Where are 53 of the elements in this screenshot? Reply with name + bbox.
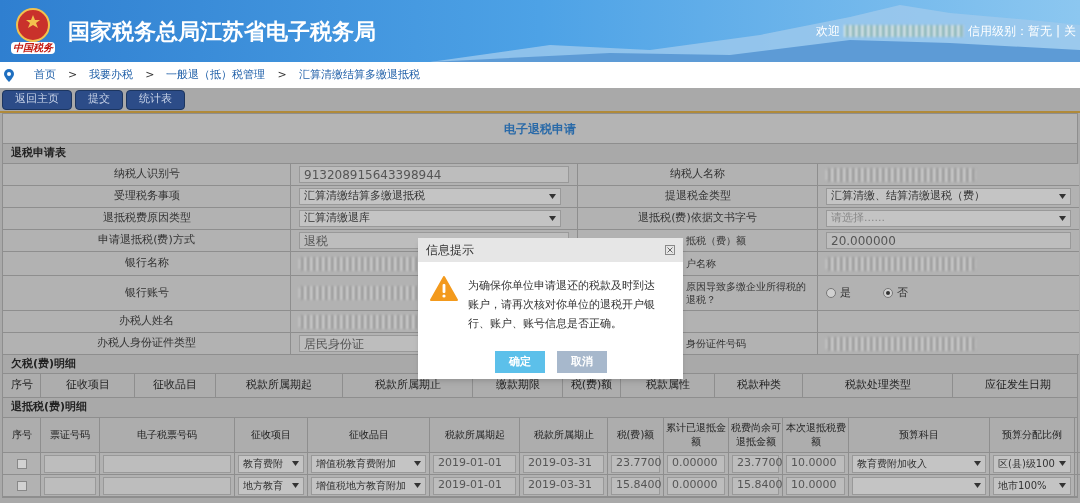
column-header: 电子税票号码: [137, 428, 197, 442]
breadcrumb-separator: >: [277, 66, 287, 83]
emblem-caption: 中国税务: [11, 42, 55, 54]
column-header: 税费尚余可退抵金额: [730, 421, 781, 449]
column-header: 缴款期限: [495, 377, 540, 394]
field-label: 抵税（费）额: [686, 234, 746, 247]
field-label: 银行名称: [124, 255, 169, 272]
column-header: 应征发生日期: [984, 377, 1051, 394]
column-header: 序号: [11, 428, 32, 442]
column-header: 税款所属期止: [533, 428, 594, 442]
welcome-text: 欢迎: [815, 23, 840, 40]
column-header: 征收品目: [153, 377, 197, 394]
field-label: 受理税务事项: [113, 188, 180, 205]
column-header: 税款处理类型: [844, 377, 911, 394]
column-header: 税款所属期起: [444, 428, 505, 442]
column-header: 预算科目: [899, 428, 939, 442]
separator-text: |: [1055, 23, 1060, 40]
column-header: 征收项目: [65, 377, 110, 394]
field-label: 申请退抵税(费)方式: [98, 232, 195, 249]
column-header: 累计已退抵金额: [665, 421, 727, 449]
field-label: 银行账号: [124, 284, 169, 301]
column-header: 税款所属期起: [246, 377, 312, 394]
field-label: 身份证件号码: [686, 337, 746, 350]
form-title: 电子退税申请: [504, 120, 576, 138]
column-header: 征收项目: [251, 428, 291, 442]
column-header: 序号: [10, 377, 33, 394]
column-header: 本次退抵税费额: [784, 421, 847, 449]
column-header: 票证号码: [50, 428, 90, 442]
field-label: 退抵税(费)依据文书字号: [638, 210, 757, 227]
field-label: 户名称: [686, 257, 716, 270]
dialog-title: 信息提示: [426, 242, 474, 259]
column-header: 税(费)额: [616, 428, 655, 442]
section-title: 退抵税(费)明细: [11, 399, 88, 416]
credit-level: 信用级别：暂无: [967, 23, 1052, 40]
site-title: 国家税务总局江苏省电子税务局: [68, 17, 376, 46]
breadcrumb-separator: >: [68, 66, 78, 83]
dialog-message: 为确保你单位申请退还的税款及时到达账户，请再次核对你单位的退税开户银行、账户、账号信息是否正确。: [468, 278, 656, 331]
column-header: 预算分配比例: [1002, 428, 1062, 442]
section-title: 退税申请表: [11, 145, 66, 162]
column-header: 税款所属期止: [374, 377, 441, 394]
field-label: 原因导致多缴企业所得税的退税？: [686, 280, 807, 306]
column-header: 税(费)额: [570, 377, 613, 394]
field-label: 纳税人识别号: [113, 166, 180, 183]
section-title: 欠税(费)明细: [11, 355, 77, 372]
breadcrumb-separator: >: [145, 66, 155, 83]
field-label: 纳税人名称: [670, 166, 725, 183]
field-label: 提退税金类型: [664, 188, 731, 205]
field-label: 退抵税费原因类型: [102, 210, 191, 227]
field-label: 办税人身份证件类型: [97, 335, 196, 352]
column-header: 税款属性: [645, 377, 690, 394]
column-header: 征收品目: [348, 428, 389, 442]
column-header: 税款种类: [736, 377, 781, 394]
field-label: 办税人姓名: [119, 313, 174, 330]
